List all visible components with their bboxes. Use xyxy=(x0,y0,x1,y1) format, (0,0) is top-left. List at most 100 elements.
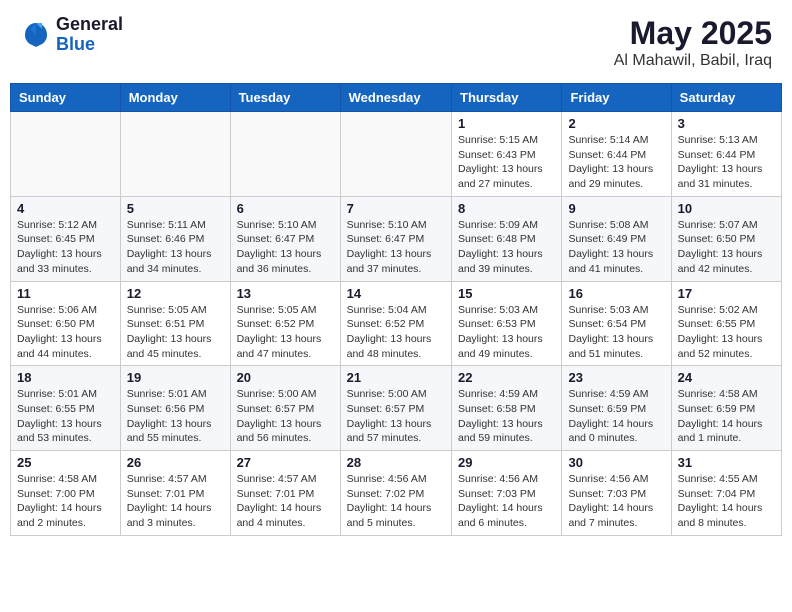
calendar-cell: 23 Sunrise: 4:59 AM Sunset: 6:59 PM Dayli… xyxy=(562,366,671,451)
calendar-cell: 7Sunrise: 5:10 AM Sunset: 6:47 PM Daylig… xyxy=(340,196,451,281)
day-number: 23 xyxy=(568,370,664,385)
calendar-cell: 16 Sunrise: 5:03 AM Sunset: 6:54 PM Dayli… xyxy=(562,281,671,366)
calendar-week-row: 25 Sunrise: 4:58 AM Sunset: 7:00 PM Dayli… xyxy=(11,451,782,536)
title-block: May 2025 Al Mahawil, Babil, Iraq xyxy=(614,15,772,70)
page-header: General Blue May 2025 Al Mahawil, Babil,… xyxy=(10,10,782,75)
day-info: Sunrise: 4:58 AM Sunset: 6:59 PM Dayligh… xyxy=(678,387,775,446)
day-number: 13 xyxy=(237,286,334,301)
day-info: Sunrise: 4:57 AM Sunset: 7:01 PM Dayligh… xyxy=(237,472,334,531)
day-info: Sunrise: 5:13 AM Sunset: 6:44 PM Dayligh… xyxy=(678,133,775,192)
day-info: Sunrise: 4:57 AM Sunset: 7:01 PM Dayligh… xyxy=(127,472,224,531)
calendar-cell: 19 Sunrise: 5:01 AM Sunset: 6:56 PM Dayli… xyxy=(120,366,230,451)
day-number: 28 xyxy=(347,455,445,470)
calendar-header-row: SundayMondayTuesdayWednesdayThursdayFrid… xyxy=(11,84,782,112)
day-info: Sunrise: 5:14 AM Sunset: 6:44 PM Dayligh… xyxy=(568,133,664,192)
day-number: 5 xyxy=(127,201,224,216)
column-header-friday: Friday xyxy=(562,84,671,112)
day-info: Sunrise: 5:10 AM Sunset: 6:47 PM Dayligh… xyxy=(237,218,334,277)
day-number: 2 xyxy=(568,116,664,131)
calendar-cell xyxy=(120,112,230,197)
day-info: Sunrise: 5:15 AM Sunset: 6:43 PM Dayligh… xyxy=(458,133,555,192)
calendar-cell: 14 Sunrise: 5:04 AM Sunset: 6:52 PM Dayli… xyxy=(340,281,451,366)
day-info: Sunrise: 5:09 AM Sunset: 6:48 PM Dayligh… xyxy=(458,218,555,277)
day-info: Sunrise: 5:12 AM Sunset: 6:45 PM Dayligh… xyxy=(17,218,114,277)
day-number: 1 xyxy=(458,116,555,131)
day-info: Sunrise: 5:01 AM Sunset: 6:56 PM Dayligh… xyxy=(127,387,224,446)
calendar-cell xyxy=(11,112,121,197)
day-info: Sunrise: 4:59 AM Sunset: 6:58 PM Dayligh… xyxy=(458,387,555,446)
calendar-cell: 13 Sunrise: 5:05 AM Sunset: 6:52 PM Dayli… xyxy=(230,281,340,366)
calendar-cell: 21Sunrise: 5:00 AM Sunset: 6:57 PM Dayli… xyxy=(340,366,451,451)
calendar-week-row: 18 Sunrise: 5:01 AM Sunset: 6:55 PM Dayli… xyxy=(11,366,782,451)
day-number: 8 xyxy=(458,201,555,216)
day-number: 31 xyxy=(678,455,775,470)
calendar-cell: 17 Sunrise: 5:02 AM Sunset: 6:55 PM Dayli… xyxy=(671,281,781,366)
day-number: 29 xyxy=(458,455,555,470)
column-header-sunday: Sunday xyxy=(11,84,121,112)
calendar-cell: 28 Sunrise: 4:56 AM Sunset: 7:02 PM Dayli… xyxy=(340,451,451,536)
logo-blue: Blue xyxy=(56,35,123,55)
calendar-cell: 5 Sunrise: 5:11 AM Sunset: 6:46 PM Daylig… xyxy=(120,196,230,281)
day-number: 16 xyxy=(568,286,664,301)
day-info: Sunrise: 5:03 AM Sunset: 6:54 PM Dayligh… xyxy=(568,303,664,362)
day-info: Sunrise: 5:04 AM Sunset: 6:52 PM Dayligh… xyxy=(347,303,445,362)
column-header-saturday: Saturday xyxy=(671,84,781,112)
day-number: 3 xyxy=(678,116,775,131)
day-number: 18 xyxy=(17,370,114,385)
calendar-cell: 26 Sunrise: 4:57 AM Sunset: 7:01 PM Dayli… xyxy=(120,451,230,536)
calendar-week-row: 11Sunrise: 5:06 AM Sunset: 6:50 PM Dayli… xyxy=(11,281,782,366)
column-header-monday: Monday xyxy=(120,84,230,112)
logo-general: General xyxy=(56,15,123,35)
day-number: 25 xyxy=(17,455,114,470)
day-info: Sunrise: 5:02 AM Sunset: 6:55 PM Dayligh… xyxy=(678,303,775,362)
day-number: 6 xyxy=(237,201,334,216)
day-info: Sunrise: 5:08 AM Sunset: 6:49 PM Dayligh… xyxy=(568,218,664,277)
day-info: Sunrise: 4:58 AM Sunset: 7:00 PM Dayligh… xyxy=(17,472,114,531)
day-info: Sunrise: 5:05 AM Sunset: 6:51 PM Dayligh… xyxy=(127,303,224,362)
logo-icon xyxy=(20,19,52,51)
day-number: 20 xyxy=(237,370,334,385)
calendar-cell: 18 Sunrise: 5:01 AM Sunset: 6:55 PM Dayli… xyxy=(11,366,121,451)
calendar-cell: 3 Sunrise: 5:13 AM Sunset: 6:44 PM Daylig… xyxy=(671,112,781,197)
day-info: Sunrise: 5:05 AM Sunset: 6:52 PM Dayligh… xyxy=(237,303,334,362)
calendar-cell: 30 Sunrise: 4:56 AM Sunset: 7:03 PM Dayli… xyxy=(562,451,671,536)
day-info: Sunrise: 5:01 AM Sunset: 6:55 PM Dayligh… xyxy=(17,387,114,446)
calendar-cell: 15 Sunrise: 5:03 AM Sunset: 6:53 PM Dayli… xyxy=(452,281,562,366)
calendar-cell: 12 Sunrise: 5:05 AM Sunset: 6:51 PM Dayli… xyxy=(120,281,230,366)
day-number: 22 xyxy=(458,370,555,385)
day-number: 30 xyxy=(568,455,664,470)
day-info: Sunrise: 5:10 AM Sunset: 6:47 PM Dayligh… xyxy=(347,218,445,277)
month-title: May 2025 xyxy=(614,15,772,52)
day-info: Sunrise: 4:56 AM Sunset: 7:03 PM Dayligh… xyxy=(458,472,555,531)
day-info: Sunrise: 5:11 AM Sunset: 6:46 PM Dayligh… xyxy=(127,218,224,277)
day-number: 12 xyxy=(127,286,224,301)
day-number: 19 xyxy=(127,370,224,385)
calendar-week-row: 4Sunrise: 5:12 AM Sunset: 6:45 PM Daylig… xyxy=(11,196,782,281)
calendar-cell: 24 Sunrise: 4:58 AM Sunset: 6:59 PM Dayli… xyxy=(671,366,781,451)
calendar-cell: 2 Sunrise: 5:14 AM Sunset: 6:44 PM Daylig… xyxy=(562,112,671,197)
calendar-cell: 4Sunrise: 5:12 AM Sunset: 6:45 PM Daylig… xyxy=(11,196,121,281)
calendar-cell: 29 Sunrise: 4:56 AM Sunset: 7:03 PM Dayli… xyxy=(452,451,562,536)
day-info: Sunrise: 5:03 AM Sunset: 6:53 PM Dayligh… xyxy=(458,303,555,362)
day-number: 15 xyxy=(458,286,555,301)
day-number: 26 xyxy=(127,455,224,470)
location-title: Al Mahawil, Babil, Iraq xyxy=(614,52,772,70)
day-number: 24 xyxy=(678,370,775,385)
day-number: 14 xyxy=(347,286,445,301)
day-info: Sunrise: 5:00 AM Sunset: 6:57 PM Dayligh… xyxy=(237,387,334,446)
day-number: 9 xyxy=(568,201,664,216)
calendar-week-row: 1 Sunrise: 5:15 AM Sunset: 6:43 PM Daylig… xyxy=(11,112,782,197)
calendar-cell: 10Sunrise: 5:07 AM Sunset: 6:50 PM Dayli… xyxy=(671,196,781,281)
day-info: Sunrise: 4:56 AM Sunset: 7:02 PM Dayligh… xyxy=(347,472,445,531)
day-info: Sunrise: 4:56 AM Sunset: 7:03 PM Dayligh… xyxy=(568,472,664,531)
logo: General Blue xyxy=(20,15,123,55)
column-header-wednesday: Wednesday xyxy=(340,84,451,112)
calendar-cell: 22 Sunrise: 4:59 AM Sunset: 6:58 PM Dayli… xyxy=(452,366,562,451)
day-number: 17 xyxy=(678,286,775,301)
calendar-cell: 27Sunrise: 4:57 AM Sunset: 7:01 PM Dayli… xyxy=(230,451,340,536)
day-info: Sunrise: 4:55 AM Sunset: 7:04 PM Dayligh… xyxy=(678,472,775,531)
calendar-cell: 6 Sunrise: 5:10 AM Sunset: 6:47 PM Daylig… xyxy=(230,196,340,281)
day-info: Sunrise: 4:59 AM Sunset: 6:59 PM Dayligh… xyxy=(568,387,664,446)
day-info: Sunrise: 5:00 AM Sunset: 6:57 PM Dayligh… xyxy=(347,387,445,446)
day-info: Sunrise: 5:06 AM Sunset: 6:50 PM Dayligh… xyxy=(17,303,114,362)
